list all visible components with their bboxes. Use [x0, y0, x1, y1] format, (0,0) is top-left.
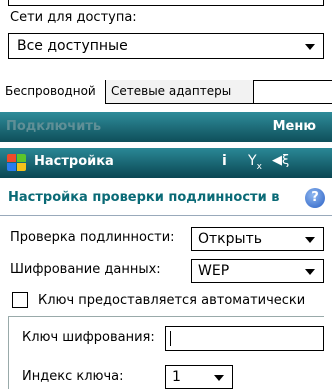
app-title: Настройка [34, 154, 114, 169]
key-index-dropdown[interactable]: 1 [165, 365, 233, 389]
previous-field-edge [8, 0, 324, 6]
tab-network-adapters[interactable]: Сетевые адаптеры [106, 80, 254, 104]
network-key-label: Ключ шифрования: [22, 330, 155, 345]
tab-wireless[interactable]: Беспроводной [0, 80, 106, 104]
authentication-value: Открыть [198, 231, 262, 247]
encryption-value: WEP [198, 263, 230, 279]
page-heading: Настройка проверки подлинности в [8, 190, 280, 205]
chevron-down-icon [305, 237, 315, 243]
chevron-down-icon [214, 375, 224, 381]
authentication-dropdown[interactable]: Открыть [191, 227, 324, 251]
help-icon[interactable]: ? [305, 188, 325, 208]
encryption-dropdown[interactable]: WEP [191, 259, 324, 283]
networks-label: Сети для доступа: [10, 10, 137, 25]
auto-key-checkbox[interactable] [12, 292, 28, 308]
network-key-input[interactable] [165, 326, 324, 351]
key-index-value: 1 [172, 369, 181, 385]
networks-dropdown-value: Все доступные [17, 38, 128, 54]
text-caret [170, 331, 171, 346]
key-index-label: Индекс ключа: [22, 369, 124, 384]
tab-bar-filler [254, 80, 332, 104]
connectivity-icon[interactable]: i [222, 153, 227, 169]
speaker-icon[interactable]: ◀ξ [272, 153, 289, 168]
start-flag-icon[interactable] [7, 154, 27, 172]
chevron-down-icon [305, 269, 315, 275]
heading-divider [0, 215, 332, 216]
networks-dropdown[interactable]: Все доступные [8, 33, 324, 59]
chevron-down-icon [305, 44, 315, 50]
tab-bar: Беспроводной Сетевые адаптеры [0, 80, 332, 104]
encryption-label: Шифрование данных: [10, 262, 161, 277]
title-bar: Настройка i Yx ◀ξ [0, 148, 332, 178]
status-tray: i Yx ◀ξ [222, 153, 322, 173]
signal-off-icon[interactable]: Yx [248, 153, 262, 172]
auto-key-label[interactable]: Ключ предоставляется автоматически [38, 293, 305, 308]
softkey-bar: Подключить Меню [0, 112, 332, 142]
menu-softkey[interactable]: Меню [273, 119, 316, 134]
connect-softkey[interactable]: Подключить [6, 119, 101, 134]
authentication-label: Проверка подлинности: [10, 230, 175, 245]
